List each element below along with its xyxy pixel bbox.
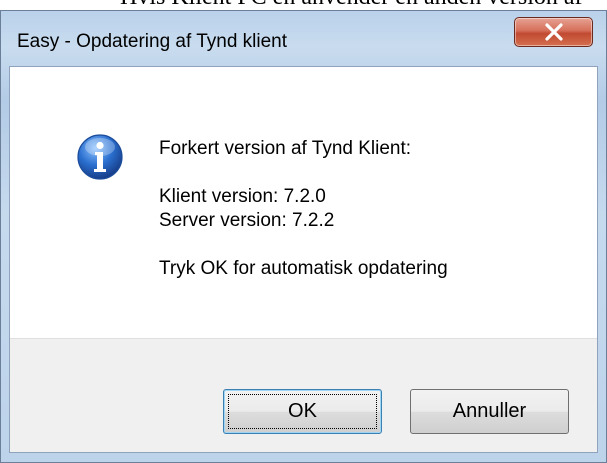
dialog-client-area: Forkert version af Tynd Klient: Klient v… [9,66,598,453]
message-line-client-version: Klient version: 7.2.0 [159,186,326,207]
dialog-window: Easy - Opdatering af Tynd klient Forkert… [0,10,607,463]
focus-rectangle [228,394,377,429]
dialog-title: Easy - Opdatering af Tynd klient [17,31,288,52]
cancel-button-label: Annuller [452,400,527,422]
cancel-button[interactable]: Annuller [410,389,569,434]
close-icon [544,23,563,41]
message-line-heading: Forkert version af Tynd Klient: [159,138,412,159]
close-button[interactable] [514,17,593,47]
title-bar[interactable]: Easy - Opdatering af Tynd klient [1,11,606,66]
message-line-server-version: Server version: 7.2.2 [159,210,335,231]
message-line-instruction: Tryk OK for automatisk opdatering [159,258,448,279]
message-text: Forkert version af Tynd Klient: Klient v… [159,137,448,281]
information-icon [77,134,123,180]
ok-button[interactable]: OK [223,389,382,434]
